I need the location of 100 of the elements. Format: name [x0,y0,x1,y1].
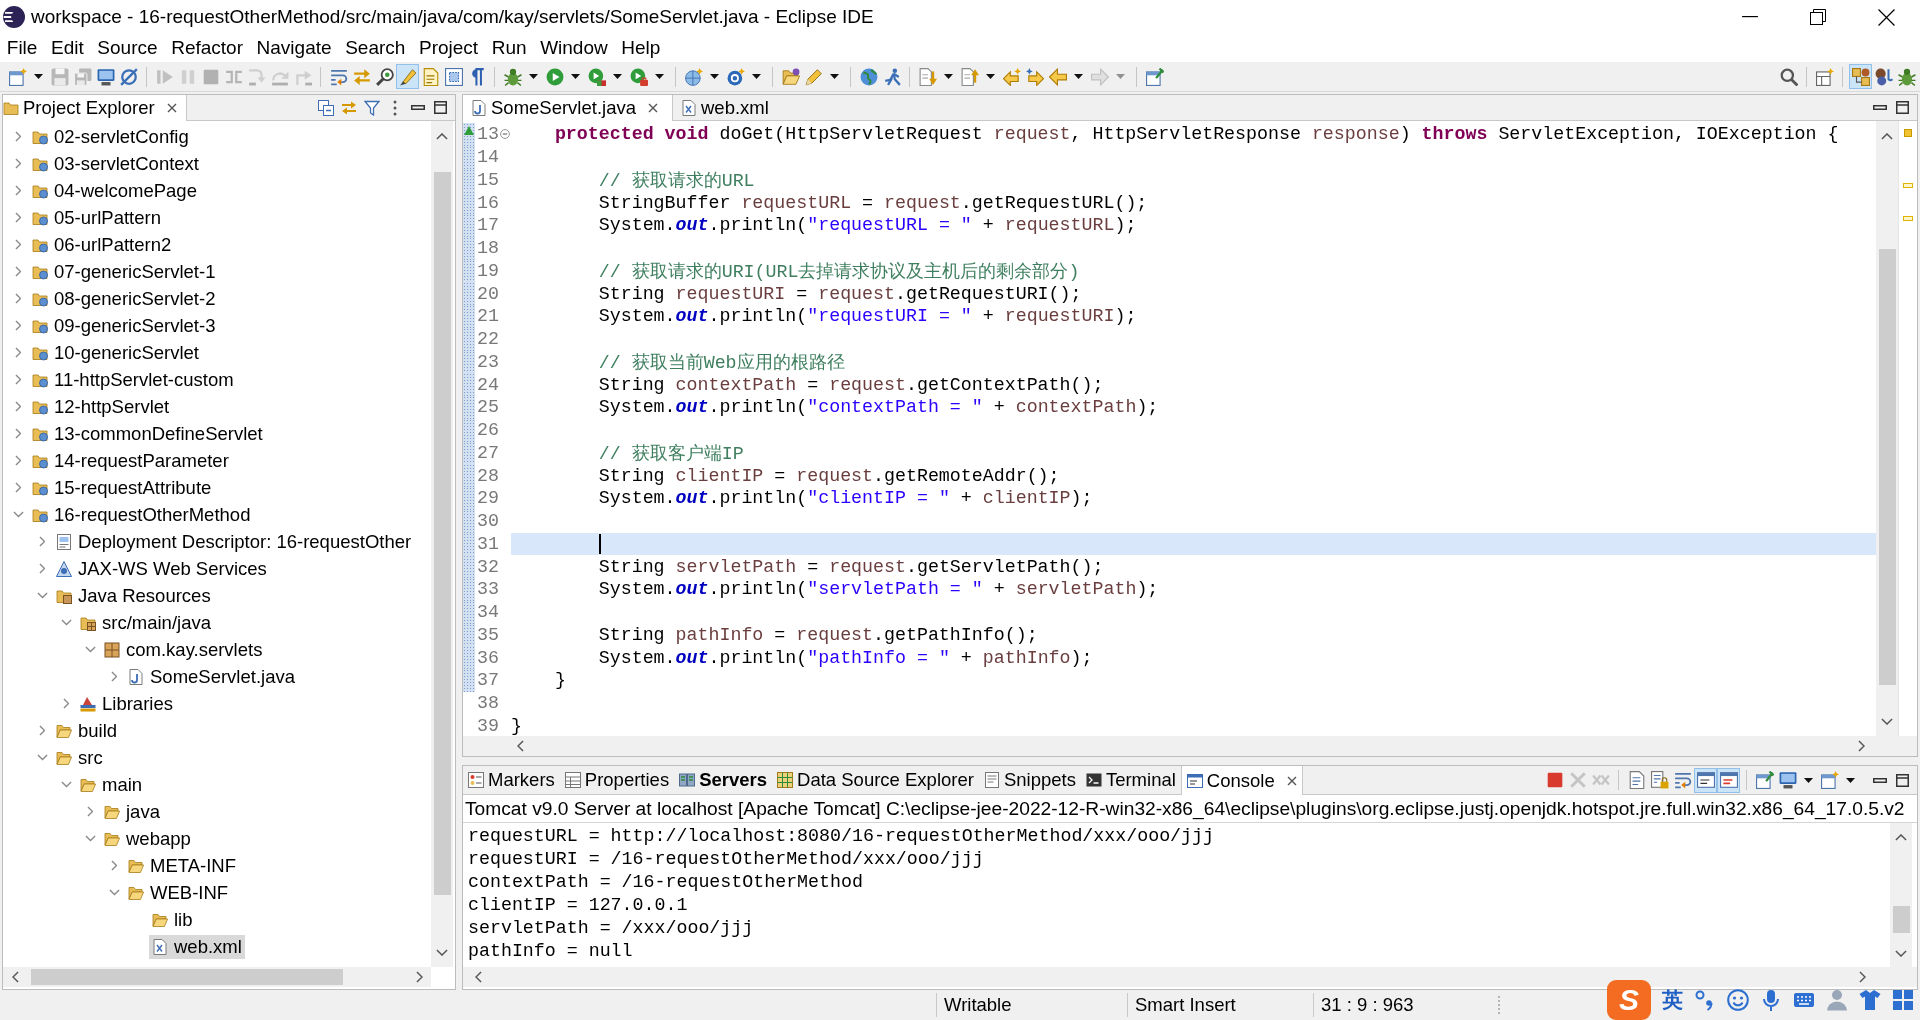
document-lock-icon[interactable] [1650,771,1669,789]
tree-item[interactable]: Deployment Descriptor: 16-requestOther [53,529,415,554]
chevron-right-icon[interactable] [14,293,22,304]
menu-item[interactable]: Source [90,36,165,60]
chevron-right-icon[interactable] [38,725,46,736]
view-tab[interactable]: Console [1180,766,1303,795]
tree-item[interactable]: src [53,745,106,770]
caret-down-icon[interactable] [1074,74,1083,79]
view-tab[interactable]: Project Explorer [3,95,187,121]
tree-item[interactable]: Java Resources [53,583,214,608]
magnifier-dot-icon[interactable] [375,67,394,86]
chevron-down-icon[interactable] [60,619,72,626]
chevron-down-icon[interactable] [108,889,120,896]
chevron-right-icon[interactable] [14,131,22,142]
tree-item[interactable]: webapp [101,826,194,851]
caret-down-icon[interactable] [752,74,761,79]
tree-item[interactable]: SomeServlet.java [125,664,298,689]
document-arrow-down-icon[interactable] [918,67,937,86]
document-lines-icon[interactable] [421,67,440,86]
bug-icon[interactable] [1897,67,1916,86]
chevron-right-icon[interactable] [14,266,22,277]
view-tab[interactable]: Properties [559,766,675,794]
tree-item[interactable]: 12-httpServlet [29,394,173,419]
chevron-down-icon[interactable] [436,948,448,956]
chevron-up-icon[interactable] [436,132,448,140]
tree-item[interactable]: build [53,718,121,743]
menu-item[interactable]: Run [484,36,534,60]
search-icon[interactable] [1779,67,1798,86]
arrow-left-icon[interactable] [1048,67,1067,86]
monitor-icon[interactable] [96,67,115,86]
chevron-down-icon[interactable] [12,511,24,518]
chevron-right-icon[interactable] [14,158,22,169]
chevron-right-icon[interactable] [62,698,70,709]
menu-item[interactable]: Edit [44,36,91,60]
chevron-right-icon[interactable] [110,860,118,871]
tree-item[interactable]: src/main/java [77,610,214,635]
chevron-up-icon[interactable] [1881,132,1893,140]
view-tab[interactable]: Markers [463,766,560,794]
chevron-left-icon[interactable] [474,971,482,983]
tree-item[interactable]: 08-genericServlet-2 [29,286,219,311]
chevron-right-icon[interactable] [14,401,22,412]
chevron-right-icon[interactable] [14,455,22,466]
tree-item[interactable]: META-INF [125,853,239,878]
menu-item[interactable]: Help [614,36,668,60]
tree-item[interactable]: 07-genericServlet-1 [29,259,219,284]
tree-item[interactable]: lib [149,907,196,932]
document-arrow-up-icon[interactable] [960,67,979,86]
link-arrows-icon[interactable] [340,99,357,116]
minimize-icon[interactable] [1872,105,1887,110]
view-tab[interactable]: Data Source Explorer [772,766,979,794]
slashed-circle-icon[interactable] [119,67,138,86]
block-selection-icon[interactable] [444,67,463,86]
globe-icon[interactable] [859,67,878,86]
more-icon[interactable] [392,99,397,116]
chevron-right-icon[interactable] [14,428,22,439]
tree-item[interactable]: 02-servletConfig [29,124,192,149]
chevron-right-icon[interactable] [14,482,22,493]
tree-item[interactable]: 10-genericServlet [29,340,202,365]
window-pin-icon[interactable] [1755,771,1774,789]
scrollbar-thumb[interactable] [433,172,451,895]
chevron-down-icon[interactable] [60,781,72,788]
tree-item[interactable]: Libraries [77,691,176,716]
four-squares-icon[interactable] [1892,988,1914,1011]
chevron-right-icon[interactable] [14,374,22,385]
chevron-down-icon[interactable] [1881,717,1893,725]
runner-icon[interactable] [882,67,901,86]
chevron-right-icon[interactable] [38,563,46,574]
chevron-down-icon[interactable] [36,754,48,761]
run-coverage-icon[interactable] [587,67,606,86]
restore-icon[interactable] [1810,9,1826,25]
bug-icon[interactable] [503,67,522,86]
view-tab[interactable]: Servers [674,766,773,794]
caret-down-icon[interactable] [710,74,719,79]
chevron-right-icon[interactable] [14,347,22,358]
tree-item[interactable]: 06-urlPattern2 [29,232,175,257]
menu-item[interactable]: File [0,36,45,60]
input-language-toggle[interactable]: 英 [1662,985,1683,1014]
chevron-right-icon[interactable] [14,212,22,223]
wrap-lines-icon[interactable] [1673,771,1692,789]
wrap-lines-icon[interactable] [329,67,348,86]
chevron-left-icon[interactable] [11,971,19,983]
tree-item[interactable]: 13-commonDefineServlet [29,421,266,446]
run-toolbox-icon[interactable] [629,67,648,86]
caret-down-icon[interactable] [613,74,622,79]
globe-star-icon[interactable] [684,67,703,86]
caret-down-icon[interactable] [1804,777,1813,783]
maximize-icon[interactable] [434,101,447,114]
caret-down-icon[interactable] [830,74,839,79]
tree-item[interactable]: 15-requestAttribute [29,475,215,500]
editor-tab[interactable]: SomeServlet.java [463,95,673,121]
caret-down-icon[interactable] [1846,777,1855,783]
run-icon[interactable] [545,67,564,86]
chevron-left-icon[interactable] [516,740,524,752]
tree-item[interactable]: java [101,799,163,824]
window-pin-icon[interactable] [1145,67,1164,86]
arrow-left-star-icon[interactable] [1002,67,1021,86]
scrollbar-thumb[interactable] [1878,249,1896,685]
person-icon[interactable] [1826,988,1848,1011]
menu-item[interactable]: Search [338,36,413,60]
scrollbar-thumb[interactable] [31,969,343,985]
